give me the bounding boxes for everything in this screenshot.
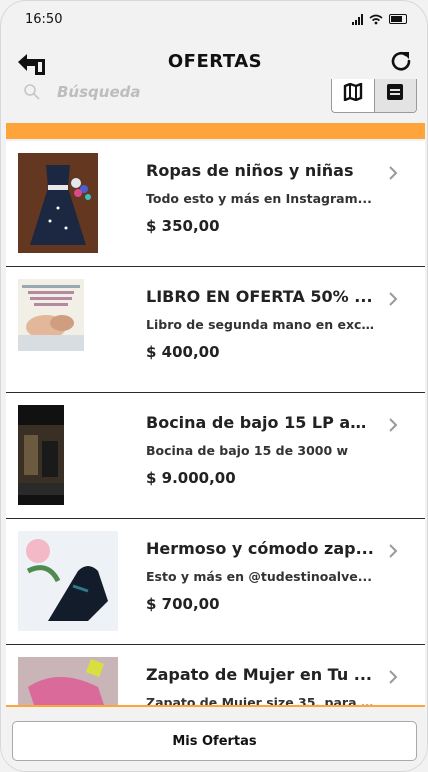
chevron-right-icon xyxy=(389,166,398,180)
item-price: $ 350,00 xyxy=(146,217,220,235)
my-offers-button[interactable]: Mis Ofertas xyxy=(12,721,417,761)
list-view-button[interactable] xyxy=(373,79,416,112)
item-title: Ropas de niños y niñas xyxy=(146,161,354,180)
wifi-icon xyxy=(369,14,383,24)
phone-frame: 16:50 OFERTAS Búsqueda Ropas de niños y … xyxy=(0,0,428,772)
item-title: LIBRO EN OFERTA 50% ... xyxy=(146,287,373,306)
item-price: $ 700,00 xyxy=(146,595,220,613)
page-title: OFERTAS xyxy=(167,51,263,72)
item-title: Hermoso y cómodo zap... xyxy=(146,539,374,558)
view-toggle xyxy=(331,79,417,113)
list-item[interactable]: Bocina de bajo 15 LP au... Bocina de baj… xyxy=(6,393,425,519)
item-thumbnail xyxy=(18,531,118,631)
item-description: Bocina de bajo 15 de 3000 w xyxy=(146,443,349,458)
list-item[interactable]: LIBRO EN OFERTA 50% ... Libro de segunda… xyxy=(6,267,425,393)
item-price: $ 9.000,00 xyxy=(146,469,236,487)
item-price: $ 400,00 xyxy=(146,343,220,361)
refresh-icon[interactable] xyxy=(387,47,415,75)
search-row xyxy=(1,79,427,123)
item-description: Todo esto y más en Instagram... xyxy=(146,191,372,206)
offers-list[interactable]: Ropas de niños y niñas Todo esto y más e… xyxy=(6,141,425,707)
chevron-right-icon xyxy=(389,418,398,432)
item-description: Libro de segunda mano en exc... xyxy=(146,317,374,332)
list-item[interactable]: Ropas de niños y niñas Todo esto y más e… xyxy=(6,141,425,267)
map-view-button[interactable] xyxy=(332,79,374,112)
item-thumbnail xyxy=(18,405,64,505)
status-icons xyxy=(352,13,407,25)
item-thumbnail xyxy=(18,153,98,253)
item-title: Zapato de Mujer en Tu ... xyxy=(146,665,373,684)
signal-icon xyxy=(352,13,363,25)
item-title: Bocina de bajo 15 LP au... xyxy=(146,413,374,432)
list-item[interactable]: Hermoso y cómodo zap... Esto y más en @t… xyxy=(6,519,425,645)
status-bar: 16:50 xyxy=(1,1,427,39)
accent-bar-top xyxy=(6,123,425,139)
item-description: Esto y más en @tudestinoalve... xyxy=(146,569,372,584)
chevron-right-icon xyxy=(389,544,398,558)
footer: Mis Ofertas xyxy=(1,707,427,771)
list-view-icon xyxy=(387,84,404,100)
search-input[interactable] xyxy=(57,81,287,103)
search-icon xyxy=(24,84,40,100)
chevron-right-icon xyxy=(389,670,398,684)
item-thumbnail xyxy=(18,657,118,707)
chevron-right-icon xyxy=(389,292,398,306)
map-icon xyxy=(343,83,362,101)
list-item[interactable]: Zapato de Mujer en Tu ... Zapato de Muje… xyxy=(6,645,425,707)
status-time: 16:50 xyxy=(25,12,63,27)
battery-icon xyxy=(389,14,407,24)
item-thumbnail xyxy=(18,279,84,351)
